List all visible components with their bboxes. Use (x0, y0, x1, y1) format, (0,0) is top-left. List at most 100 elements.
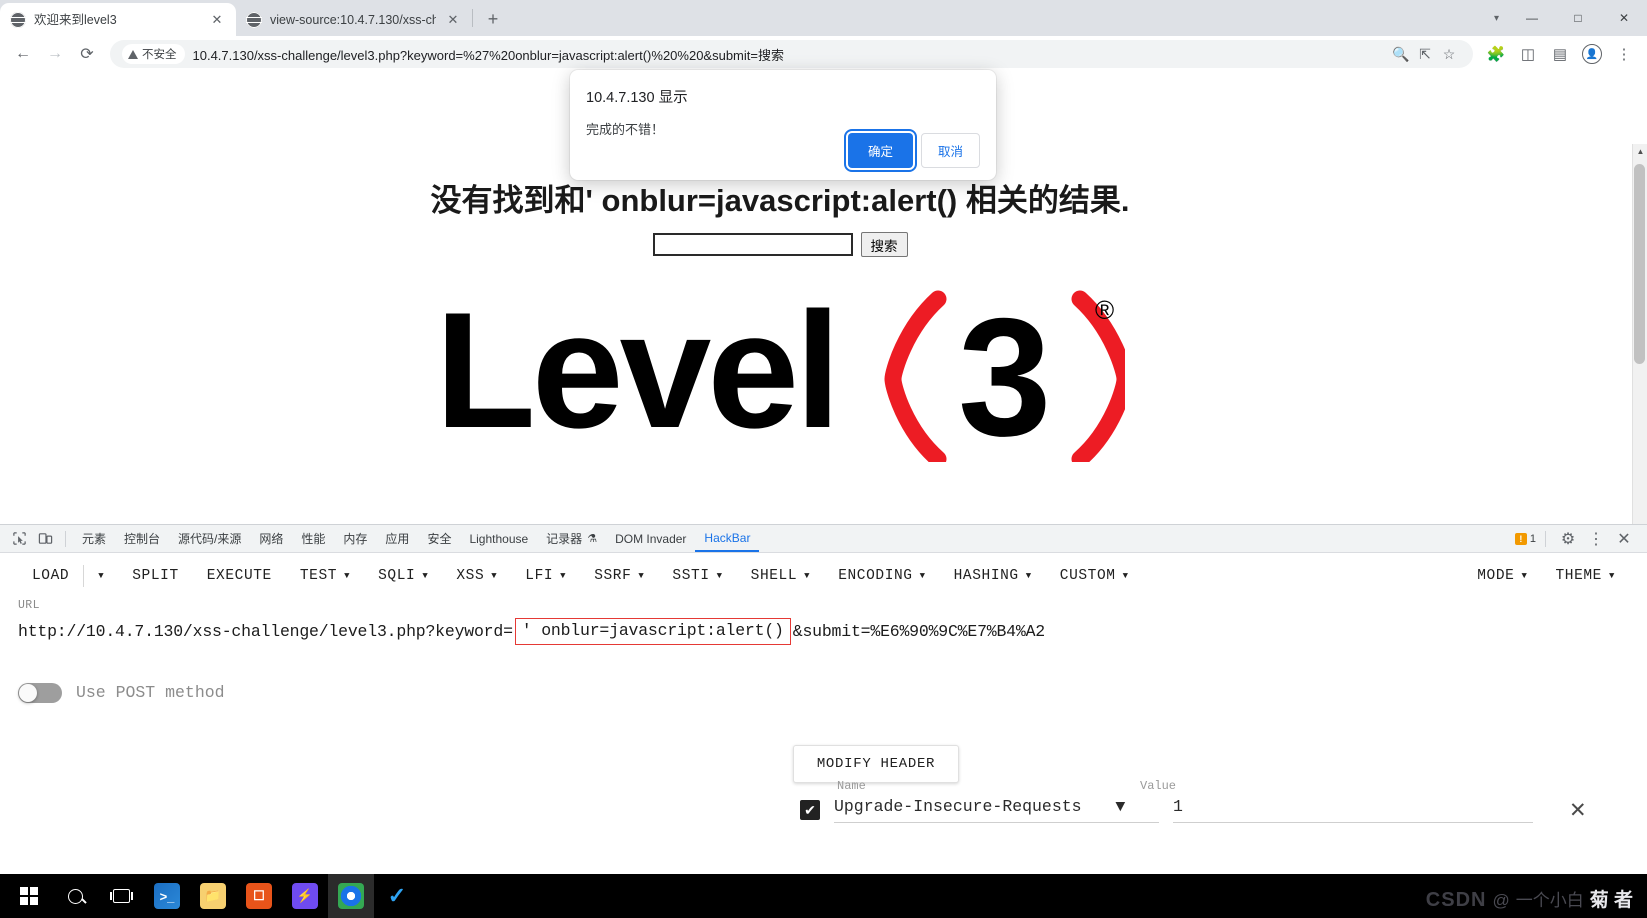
devtools-tab-network[interactable]: 网络 (250, 526, 292, 552)
chrome-menu-icon[interactable]: ⋮ (1609, 39, 1639, 69)
inspect-element-icon[interactable] (6, 527, 32, 551)
omnibox-icons: 🔍 ⇱ ☆ (1389, 42, 1461, 66)
devtools-tab-memory[interactable]: 内存 (334, 526, 376, 552)
menu-label: CUSTOM (1059, 568, 1116, 584)
use-post-method-toggle[interactable]: Use POST method (18, 682, 225, 703)
terminal-app[interactable]: >_ (144, 874, 190, 918)
devtools-tab-lighthouse[interactable]: Lighthouse (460, 526, 537, 552)
search-input[interactable] (652, 233, 853, 256)
hackbar-options-row: Use POST method (0, 682, 1647, 703)
search-submit-button[interactable]: 搜索 (860, 232, 908, 257)
start-button[interactable] (6, 874, 52, 918)
hackbar-theme-menu[interactable]: THEME ▼ (1541, 559, 1629, 593)
screen-root: 欢迎来到level3 ✕ view-source:10.4.7.130/xss-… (0, 0, 1647, 918)
devtools-tab-recorder[interactable]: 记录器 ⚗ (537, 526, 606, 552)
header-enabled-checkbox[interactable]: ✔ (800, 800, 820, 820)
watermark-user: 一个小白 (1515, 891, 1584, 910)
header-name-value: Upgrade-Insecure-Requests (834, 797, 1082, 816)
hackbar-split-button[interactable]: SPLIT (118, 559, 193, 593)
extensions-puzzle-icon[interactable]: 🧩 (1481, 39, 1511, 69)
devtools-tab-performance[interactable]: 性能 (292, 526, 334, 552)
scroll-thumb[interactable] (1634, 164, 1645, 364)
page-scrollbar[interactable]: ▲ ▼ (1632, 144, 1647, 524)
header-value-input[interactable]: 1 (1173, 797, 1533, 823)
devtools-tab-application[interactable]: 应用 (376, 526, 418, 552)
tab-close-icon[interactable]: ✕ (208, 11, 226, 29)
window-close-button[interactable]: ✕ (1601, 2, 1647, 34)
app-orange[interactable]: ☐ (236, 874, 282, 918)
hackbar-shell-menu[interactable]: SHELL ▼ (737, 559, 825, 593)
header-name-select[interactable]: Upgrade-Insecure-Requests ▼ (834, 797, 1159, 823)
chevron-down-icon[interactable]: ▼ (1115, 797, 1159, 816)
bookmark-star-icon[interactable]: ☆ (1437, 42, 1461, 66)
header-col-value-label: Value (1140, 779, 1177, 793)
devtools-tab-recorder-label: 记录器 (546, 532, 583, 546)
hackbar-hashing-menu[interactable]: HASHING ▼ (940, 559, 1046, 593)
hackbar-test-menu[interactable]: TEST ▼ (286, 559, 364, 593)
devtools-tab-console[interactable]: 控制台 (115, 526, 169, 552)
dialog-cancel-button[interactable]: 取消 (920, 133, 980, 168)
hackbar-url-field[interactable]: http://10.4.7.130/xss-challenge/level3.p… (18, 618, 1629, 645)
menu-label: SHELL (750, 568, 798, 584)
hackbar-execute-button[interactable]: EXECUTE (193, 559, 286, 593)
not-secure-badge[interactable]: 不安全 (122, 44, 185, 64)
url-selected-payload[interactable]: ' onblur=javascript:alert() (514, 618, 791, 645)
close-devtools-icon[interactable]: ✕ (1611, 527, 1637, 551)
more-vertical-icon[interactable]: ⋮ (1583, 527, 1609, 551)
warning-icon: ! (1514, 532, 1527, 545)
search-button[interactable] (52, 874, 98, 918)
toggle-track[interactable] (18, 682, 62, 703)
warning-badge[interactable]: ! 1 (1514, 532, 1536, 545)
devtools-tab-hackbar[interactable]: HackBar (695, 525, 760, 552)
hackbar-custom-menu[interactable]: CUSTOM ▼ (1046, 559, 1143, 593)
address-bar[interactable]: 不安全 10.4.7.130/xss-challenge/level3.php?… (110, 40, 1473, 68)
devtools-tab-dom-invader[interactable]: DOM Invader (606, 526, 695, 552)
device-toolbar-icon[interactable] (32, 527, 58, 551)
window-maximize-button[interactable]: □ (1555, 2, 1601, 34)
chevron-down-icon: ▼ (919, 571, 926, 581)
chrome-app[interactable] (328, 874, 374, 918)
devtools-tab-sources[interactable]: 源代码/来源 (169, 526, 250, 552)
javascript-alert-dialog: 10.4.7.130 显示 完成的不错！ 确定 取消 (570, 70, 996, 180)
devtools-tab-elements[interactable]: 元素 (73, 526, 115, 552)
header-row: ✔ Upgrade-Insecure-Requests ▼ 1 ✕ (800, 797, 1590, 823)
hackbar-encoding-menu[interactable]: ENCODING ▼ (824, 559, 939, 593)
app-purple[interactable]: ⚡ (282, 874, 328, 918)
hackbar-mode-menu[interactable]: MODE ▼ (1463, 559, 1541, 593)
reload-button[interactable]: ⟳ (72, 39, 102, 69)
tab-search-chevron-icon[interactable]: ▾ (1494, 13, 1499, 24)
forward-button[interactable]: → (40, 39, 70, 69)
header-remove-icon[interactable]: ✕ (1569, 798, 1587, 823)
dialog-ok-button[interactable]: 确定 (843, 129, 917, 172)
split-screen-icon[interactable]: ◫ (1513, 39, 1543, 69)
zoom-icon[interactable]: 🔍 (1389, 42, 1413, 66)
not-secure-label: 不安全 (142, 49, 177, 61)
toolbar-divider (65, 530, 66, 547)
scroll-up-icon[interactable]: ▲ (1633, 144, 1647, 159)
hackbar-ssrf-menu[interactable]: SSRF ▼ (580, 559, 658, 593)
new-tab-button[interactable]: + (479, 5, 507, 33)
file-explorer-app[interactable]: 📁 (190, 874, 236, 918)
window-minimize-button[interactable]: — (1509, 2, 1555, 34)
chevron-down-icon: ▼ (1122, 571, 1129, 581)
devtools-icon[interactable]: ▤ (1545, 39, 1575, 69)
hackbar-panel: LOAD ▼ SPLIT EXECUTE TEST ▼ SQLI ▼ XSS ▼ LF… (0, 553, 1647, 836)
browser-tab-1[interactable]: view-source:10.4.7.130/xss-ch ✕ (236, 3, 472, 36)
inspect-cursor-icon (12, 532, 26, 545)
hackbar-sqli-menu[interactable]: SQLI ▼ (364, 559, 442, 593)
share-icon[interactable]: ⇱ (1413, 42, 1437, 66)
tab-close-icon[interactable]: ✕ (444, 11, 462, 29)
hackbar-load-dropdown[interactable]: ▼ (84, 559, 118, 593)
browser-tab-0[interactable]: 欢迎来到level3 ✕ (0, 3, 236, 36)
back-button[interactable]: ← (8, 39, 38, 69)
settings-gear-icon[interactable]: ⚙ (1555, 527, 1581, 551)
hackbar-xss-menu[interactable]: XSS ▼ (442, 559, 511, 593)
hackbar-lfi-menu[interactable]: LFI ▼ (511, 559, 580, 593)
task-view-button[interactable] (98, 874, 144, 918)
profile-avatar-icon[interactable]: 👤 (1577, 39, 1607, 69)
vscode-app[interactable]: ✓ (374, 874, 420, 918)
hackbar-load-button[interactable]: LOAD (18, 559, 83, 593)
modify-header-button[interactable]: MODIFY HEADER (793, 745, 959, 783)
hackbar-ssti-menu[interactable]: SSTI ▼ (658, 559, 736, 593)
devtools-tab-security[interactable]: 安全 (418, 526, 460, 552)
